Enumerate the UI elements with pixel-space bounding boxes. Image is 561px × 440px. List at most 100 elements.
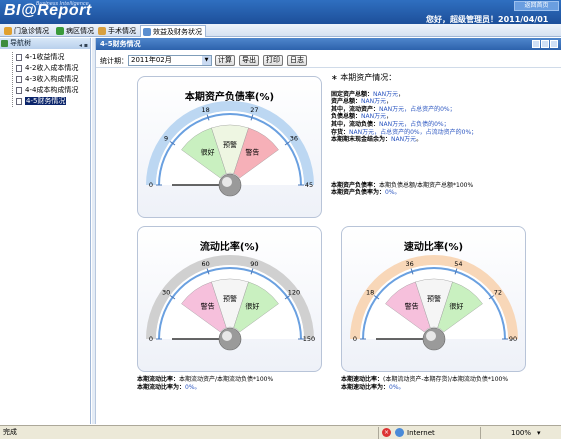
gauge-tick-label: 54 — [454, 260, 462, 268]
gauge-zone-label: 预警 — [223, 140, 237, 149]
gauge-tick-label: 30 — [162, 289, 170, 297]
period-select[interactable]: 2011年02月 ▼ — [128, 55, 212, 66]
tab-label: 手术情况 — [108, 27, 136, 35]
info-key: 资产总额： — [331, 98, 362, 106]
gauge-panel-current-ratio: 流动比率(%) 警告 预警 很好 0 30 60 90 120 150 — [137, 226, 322, 372]
gauge-hub-highlight — [222, 177, 232, 187]
gauge-zone-label: 警告 — [405, 301, 419, 310]
formula-key: 本期速动比率为： — [341, 383, 390, 391]
tab-label: 效益及财务状况 — [153, 28, 202, 36]
formula-text: (本期流动资产-本期存货)/本期流动负债*100% — [383, 376, 509, 383]
nav-sidebar: 导航树 ◂ ▪ 4-1收益情况 4-2收入成本情况 4-3收入构成情况 4-4成… — [0, 38, 91, 424]
period-label: 统计期： — [100, 57, 128, 65]
info-value: NAN万元 — [349, 128, 375, 136]
sidebar-title: 导航树 ◂ ▪ — [0, 38, 90, 49]
gauge-dial: 很好预警警告 0 9 18 27 36 45 — [146, 101, 314, 197]
zoom-control[interactable]: 100% ▾ — [480, 427, 561, 439]
gauge-tick-label: 18 — [201, 106, 209, 114]
globe-icon — [395, 428, 404, 437]
gauge-tick-label: 0 — [149, 335, 153, 343]
gauge-tick-label: 27 — [250, 106, 258, 114]
gauge-tick-label: 36 — [405, 260, 413, 268]
info-tail: 。 — [416, 136, 423, 144]
home-button[interactable]: 返回首页 — [514, 1, 559, 11]
restore-icon[interactable] — [541, 40, 549, 48]
tab-label: 病区情况 — [66, 27, 94, 35]
export-button[interactable]: 导出 — [239, 55, 259, 66]
gauge-zone-label: 警告 — [245, 147, 259, 156]
gauge-zone-label: 预警 — [427, 294, 441, 303]
page-icon — [16, 76, 22, 83]
sidebar-item-label: 4-5财务情况 — [25, 97, 67, 105]
info-value: NAN万元 — [361, 113, 387, 121]
window-controls[interactable] — [531, 40, 558, 52]
pane-splitter[interactable] — [92, 38, 96, 424]
content-title: 4-5财务情况 — [100, 40, 141, 48]
sidebar-item-label: 4-4成本构成情况 — [25, 86, 79, 94]
tab-finance[interactable]: 效益及财务状况 — [140, 25, 206, 37]
gauge-tick-label: 120 — [288, 289, 300, 297]
page-icon — [16, 65, 22, 72]
sidebar-item-cost-structure[interactable]: 4-4成本构成情况 — [13, 85, 78, 96]
info-tail: ，占总资产的0%； — [404, 105, 456, 113]
sidebar-item-finance[interactable]: 4-5财务情况 — [13, 96, 78, 107]
gauge-hub-highlight — [222, 331, 232, 341]
status-bar: 完成 × Internet 100% ▾ — [0, 425, 561, 439]
info-key: 负债总额： — [331, 113, 362, 121]
formula-key: 本期资产负债率： — [331, 181, 380, 189]
period-value: 2011年02月 — [131, 56, 172, 64]
info-value: NAN万元 — [373, 90, 399, 98]
maximize-icon[interactable] — [550, 40, 558, 48]
info-key: 存货： — [331, 128, 350, 136]
sidebar-item-revenue-cost[interactable]: 4-2收入成本情况 — [13, 63, 78, 74]
tab-outpatient[interactable]: 门急诊情况 — [2, 25, 52, 37]
tab-surgery[interactable]: 手术情况 — [96, 25, 138, 37]
print-button[interactable]: 打印 — [263, 55, 283, 66]
formula-key: 本期流动比率： — [137, 376, 180, 383]
formula-line: 本期资产负债率为：0%。 — [331, 189, 556, 197]
quick-ratio-formula: 本期速动比率：(本期流动资产-本期存货)/本期流动负债*100% 本期速动比率为… — [341, 376, 508, 391]
info-line: 其中，流动负债：NAN万元，占负债的0%； — [331, 121, 556, 129]
gauge-tick-label: 90 — [509, 335, 517, 343]
tab-icon — [56, 27, 64, 35]
sidebar-controls[interactable]: ◂ ▪ — [79, 40, 88, 51]
minimize-icon[interactable] — [532, 40, 540, 48]
blocked-icon: × — [382, 428, 391, 437]
tab-icon — [4, 27, 12, 35]
sidebar-item-revenue[interactable]: 4-1收益情况 — [13, 52, 78, 63]
info-line: 负债总额：NAN万元， — [331, 113, 556, 121]
sidebar-title-text: 导航树 — [10, 39, 31, 47]
asset-info-heading: ∗ 本期资产情况： — [331, 73, 397, 82]
page-icon — [16, 87, 22, 94]
gauge-zone-label: 预警 — [223, 294, 237, 303]
log-button[interactable]: 日志 — [287, 55, 307, 66]
gauge-zone-label: 警告 — [201, 301, 215, 310]
sidebar-item-label: 4-1收益情况 — [25, 53, 65, 61]
info-key: 其中，流动负债： — [331, 120, 380, 128]
gauge-tick-label: 60 — [201, 260, 209, 268]
tab-icon — [98, 27, 106, 35]
app-header: BI@Report Business Intelligence 您好，超级管理员… — [0, 0, 561, 24]
gauge-tick-label: 72 — [494, 289, 502, 297]
tab-icon — [143, 28, 151, 36]
sidebar-item-income-structure[interactable]: 4-3收入构成情况 — [13, 74, 78, 85]
gauge-tick-label: 0 — [149, 181, 153, 189]
gauge-tick-label: 0 — [353, 335, 357, 343]
gauge-dial: 警告预警很好 0 30 60 90 120 150 — [146, 255, 315, 351]
gauge-panel-quick-ratio: 速动比率(%) 警告 预警 很好 0 18 36 54 72 90 — [341, 226, 526, 372]
sidebar-item-label: 4-3收入构成情况 — [25, 75, 79, 83]
page-icon — [16, 54, 22, 61]
info-key: 其中，流动资产： — [331, 105, 380, 113]
tab-ward[interactable]: 病区情况 — [54, 25, 96, 37]
current-ratio-formula: 本期流动比率：本期流动资产/本期流动负债*100% 本期流动比率为：0%。 — [137, 376, 273, 391]
formula-key: 本期速动比率： — [341, 376, 384, 383]
zoom-level: 100% — [511, 429, 532, 437]
module-tabs: 门急诊情况 病区情况 手术情况 效益及财务状况 — [0, 24, 561, 37]
info-value: NAN万元 — [361, 98, 387, 106]
gauge-tick-label: 150 — [303, 335, 315, 343]
status-text: 完成 — [3, 428, 17, 436]
gauge-tick-label: 45 — [305, 181, 313, 189]
calculate-button[interactable]: 计算 — [215, 55, 235, 66]
info-tail: ， — [386, 98, 393, 106]
info-value: NAN万元 — [379, 120, 405, 128]
